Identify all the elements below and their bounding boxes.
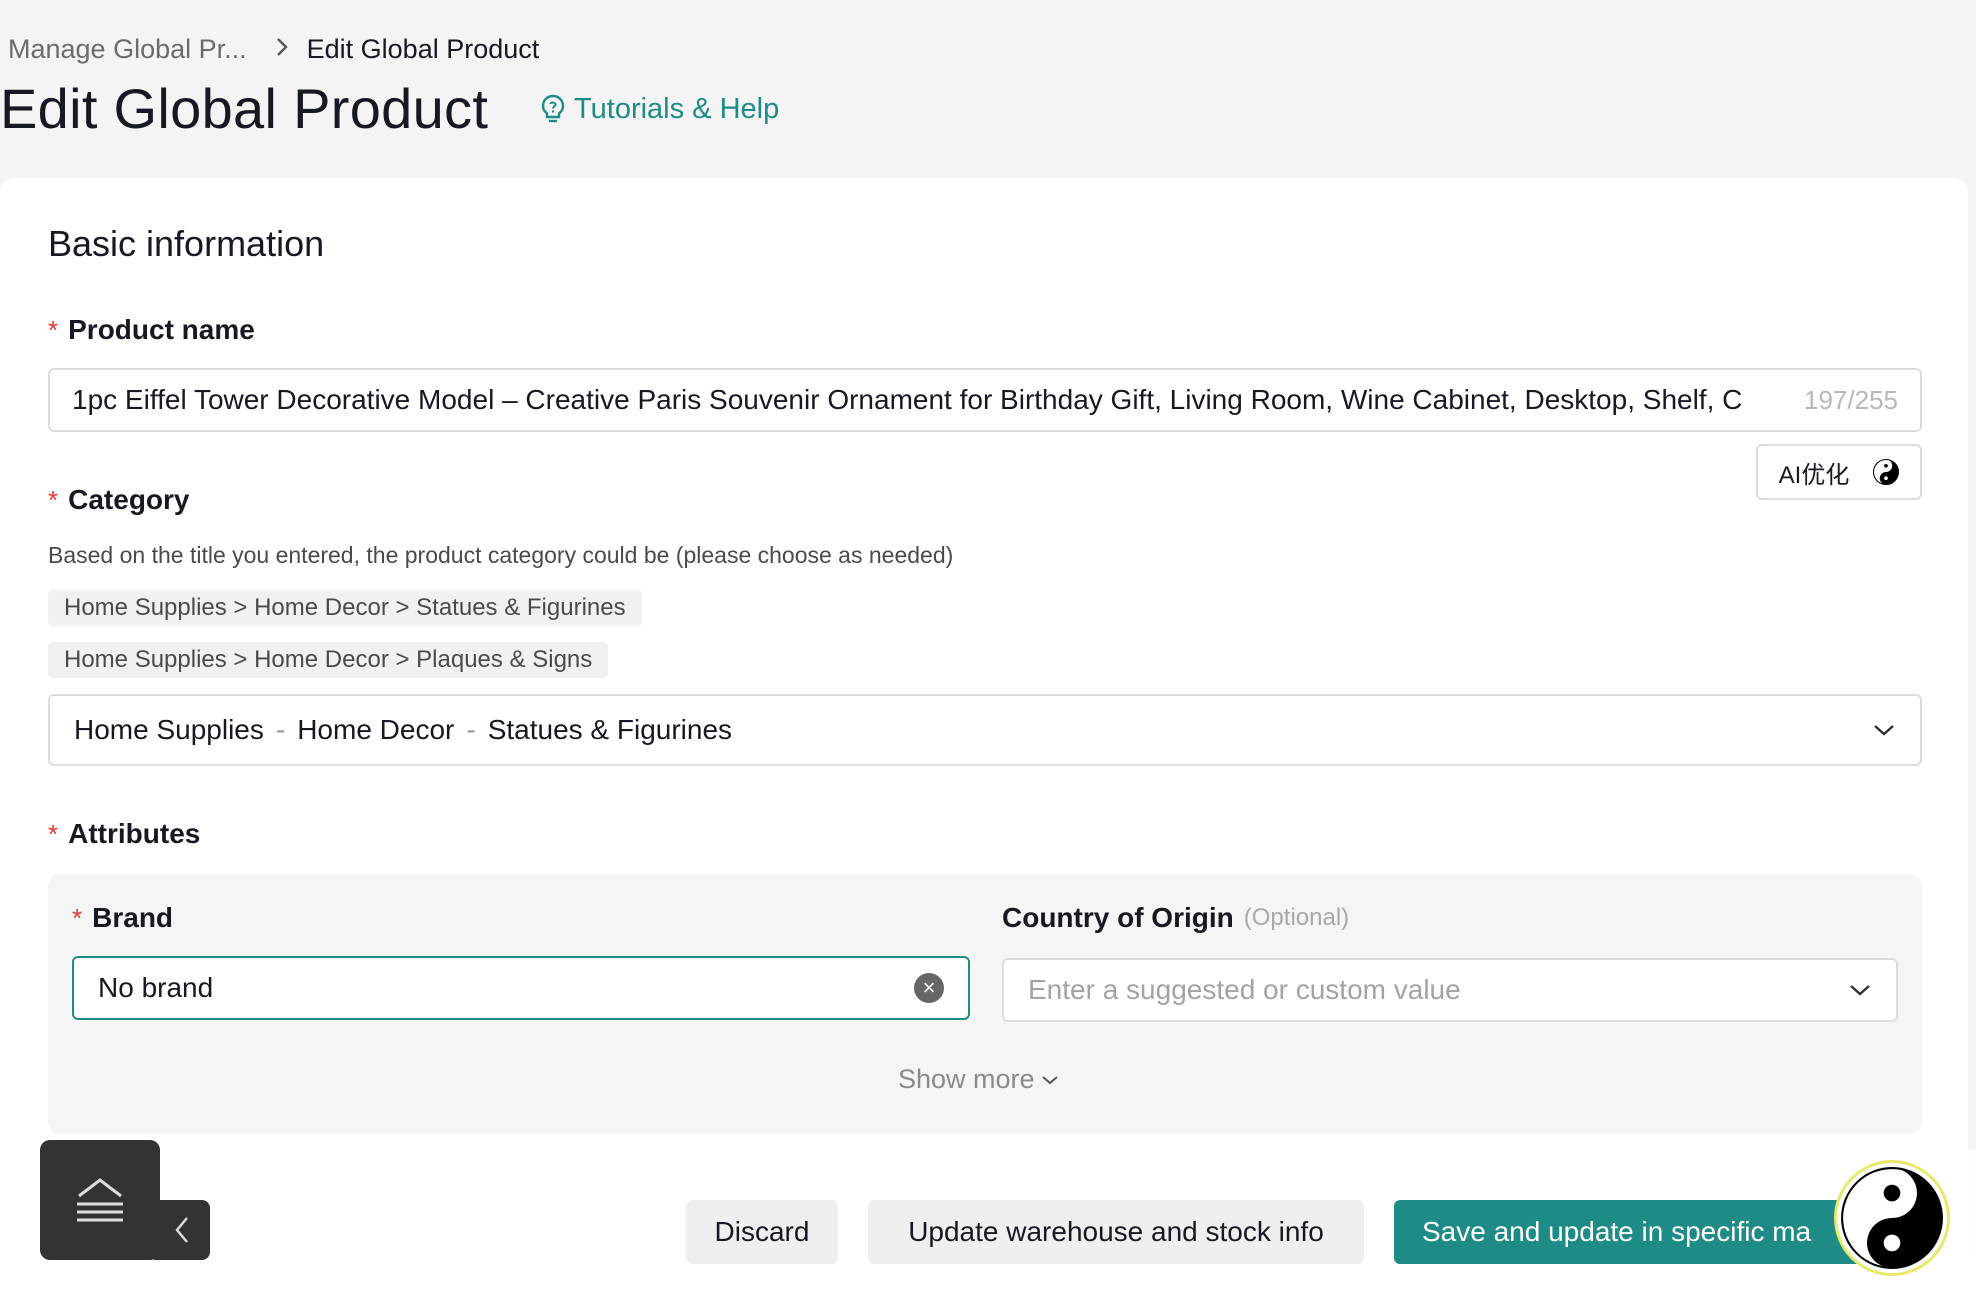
yinyang-icon <box>1873 459 1900 485</box>
chevron-down-icon <box>1850 985 1870 996</box>
show-more-button[interactable]: Show more <box>898 1064 1059 1095</box>
ai-optimize-label: AI优化 <box>1778 461 1850 489</box>
yinyang-assistant-button[interactable] <box>1834 1160 1950 1276</box>
clear-icon[interactable]: × <box>914 973 944 1003</box>
country-of-origin-placeholder: Enter a suggested or custom value <box>1028 974 1461 1005</box>
floating-toolbar-button[interactable] <box>40 1140 160 1260</box>
country-of-origin-label: Country of Origin (Optional) <box>1002 900 1349 936</box>
tutorials-help-label: Tutorials & Help <box>574 93 780 125</box>
lightbulb-icon <box>541 94 565 123</box>
required-asterisk: * <box>72 903 83 933</box>
discard-button[interactable]: Discard <box>686 1200 838 1264</box>
save-update-button[interactable]: Save and update in specific ma <box>1394 1200 1894 1264</box>
category-separator: - <box>466 714 476 745</box>
optional-tag: (Optional) <box>1243 904 1350 931</box>
yinyang-icon <box>1841 1167 1943 1269</box>
product-name-label: * Product name <box>48 312 255 348</box>
category-suggestion-chip[interactable]: Home Supplies > Home Decor > Statues & F… <box>48 590 642 626</box>
brand-label: * Brand <box>72 900 173 936</box>
collapse-toolbar-button[interactable] <box>154 1200 210 1260</box>
tutorials-help-link[interactable]: Tutorials & Help <box>540 90 779 128</box>
brand-label-text: Brand <box>92 902 174 933</box>
breadcrumb-current: Edit Global Product <box>306 34 540 64</box>
required-asterisk: * <box>48 315 59 345</box>
country-of-origin-select[interactable]: Enter a suggested or custom value <box>1002 958 1898 1022</box>
category-separator: - <box>275 714 286 745</box>
eject-icon <box>77 1178 123 1222</box>
ai-optimize-button[interactable]: AI优化 <box>1756 444 1922 500</box>
brand-input[interactable]: No brand × <box>72 956 970 1020</box>
chevron-left-icon <box>175 1217 188 1243</box>
attributes-label: * Attributes <box>48 816 200 852</box>
chevron-down-icon <box>1041 1075 1058 1084</box>
character-counter: 197/255 <box>1804 384 1898 415</box>
breadcrumb-parent-link[interactable]: Manage Global Pr... <box>8 30 247 68</box>
chevron-right-icon <box>275 30 289 68</box>
product-name-input[interactable]: 1pc Eiffel Tower Decorative Model – Crea… <box>48 368 1922 432</box>
category-suggestion-chip[interactable]: Home Supplies > Home Decor > Plaques & S… <box>48 642 609 678</box>
category-select[interactable]: Home Supplies - Home Decor - Statues & Figur… <box>48 694 1922 766</box>
section-title: Basic information <box>48 223 325 264</box>
category-hint: Based on the title you entered, the prod… <box>48 542 954 568</box>
brand-value[interactable]: No brand <box>98 972 914 1004</box>
show-more-label: Show more <box>898 1064 1035 1094</box>
product-name-label-text: Product name <box>68 314 255 345</box>
category-selected-value: Home Supplies - Home Decor - Statues & Figur… <box>74 714 1872 746</box>
category-level-2: Home Decor <box>297 714 455 745</box>
required-asterisk: * <box>48 819 59 849</box>
country-of-origin-label-text: Country of Origin <box>1002 902 1234 933</box>
chevron-down-icon <box>1874 725 1894 736</box>
product-name-value[interactable]: 1pc Eiffel Tower Decorative Model – Crea… <box>72 384 1788 416</box>
category-label-text: Category <box>68 484 190 515</box>
breadcrumb: Manage Global Pr... Edit Global Product <box>8 30 539 68</box>
page-title: Edit Global Product <box>0 77 489 140</box>
attributes-label-text: Attributes <box>68 818 201 849</box>
category-level-1: Home Supplies <box>74 714 264 745</box>
category-level-3: Statues & Figurines <box>487 714 733 745</box>
category-label: * Category <box>48 482 190 518</box>
update-warehouse-button[interactable]: Update warehouse and stock info <box>868 1200 1364 1264</box>
required-asterisk: * <box>48 485 59 515</box>
